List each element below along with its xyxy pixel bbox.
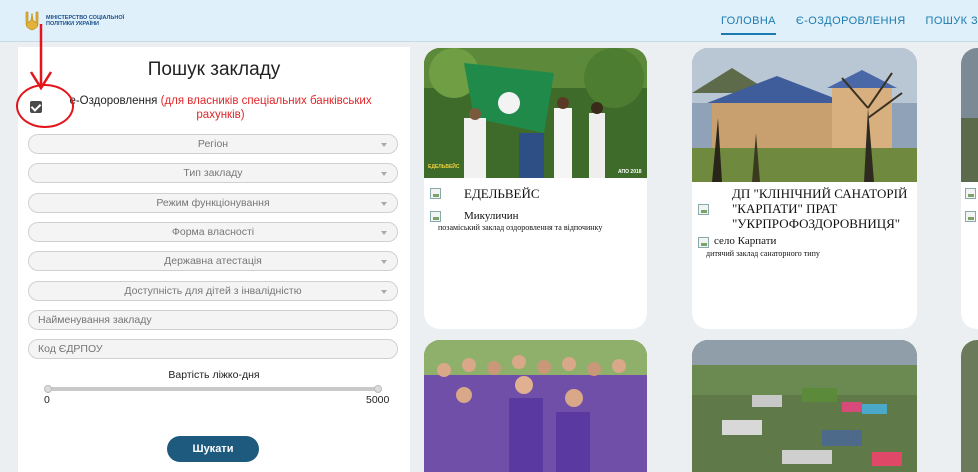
photo-caption: АПО 2018 [618, 169, 642, 175]
card-photo [424, 340, 647, 472]
card-photo [424, 48, 647, 178]
logo-text: МІНІСТЕРСТВО СОЦІАЛЬНОЇ ПОЛІТИКИ УКРАЇНИ [46, 15, 125, 27]
institution-card[interactable] [961, 340, 978, 472]
institution-card[interactable]: ЕДЕЛЬВЕЙС АПО 2018 ЕДЕЛЬВЕЙС Микуличин п… [424, 48, 647, 329]
nav-search[interactable]: ПОШУК З [926, 15, 978, 35]
type-select[interactable]: Тип закладу [28, 163, 398, 183]
price-slider[interactable] [44, 385, 382, 393]
card-photo [692, 48, 917, 182]
slider-min-handle[interactable] [44, 385, 52, 393]
eo-label-note: (для власників спеціальних банківських р… [160, 95, 372, 121]
main-nav: ГОЛОВНА Є-ОЗДОРОВЛЕННЯ ПОШУК З [720, 15, 978, 35]
card-name: ДП "КЛІНІЧНИЙ САНАТОРІЙ "КАРПАТИ" ПРАТ "… [732, 186, 908, 231]
card-photo [961, 340, 978, 472]
institution-card[interactable] [692, 340, 917, 472]
price-max-value: 5000 [366, 394, 390, 406]
image-placeholder-icon [698, 237, 709, 248]
image-placeholder-icon [965, 188, 976, 199]
institution-card[interactable] [961, 48, 978, 329]
ownership-select[interactable]: Форма власності [28, 222, 398, 242]
annotation-circle [16, 84, 74, 128]
image-placeholder-icon [698, 204, 709, 215]
annotation-arrow [29, 24, 53, 91]
image-placeholder-icon [430, 211, 441, 222]
image-placeholder-icon [965, 211, 976, 222]
mode-select[interactable]: Режим функціонування [28, 193, 398, 213]
card-location: село Карпати [714, 235, 777, 247]
card-name: ЕДЕЛЬВЕЙС [464, 186, 540, 201]
card-photo [692, 340, 917, 472]
image-placeholder-icon [430, 188, 441, 199]
photo-logo: ЕДЕЛЬВЕЙС [428, 164, 460, 170]
price-min-value: 0 [44, 394, 50, 406]
nav-home[interactable]: ГОЛОВНА [720, 15, 776, 35]
page-title: Пошук закладу [147, 59, 281, 80]
search-panel: Пошук закладу е-Оздоровлення (для власни… [18, 47, 410, 472]
eo-label-main: е-Оздоровлення [69, 95, 158, 107]
site-header: МІНІСТЕРСТВО СОЦІАЛЬНОЇ ПОЛІТИКИ УКРАЇНИ… [0, 0, 978, 42]
edrpou-input[interactable] [28, 339, 398, 359]
card-location: Микуличин [464, 210, 519, 222]
institution-card[interactable] [424, 340, 647, 472]
accessibility-select[interactable]: Доступність для дітей з інвалідністю [28, 281, 398, 301]
name-input[interactable] [28, 310, 398, 330]
card-type: позаміський заклад оздоровлення та відпо… [438, 223, 603, 232]
nav-e-ozdorovlennia[interactable]: Є-ОЗДОРОВЛЕННЯ [796, 15, 906, 35]
price-label: Вартість ліжко-дня [168, 369, 260, 381]
search-button[interactable]: Шукати [167, 436, 259, 462]
region-select[interactable]: Регіон [28, 134, 398, 154]
card-type: дитячий заклад санаторного типу [706, 249, 820, 258]
slider-max-handle[interactable] [374, 385, 382, 393]
e-ozdorovlennia-label: е-Оздоровлення (для власників спеціальни… [48, 94, 393, 122]
institution-card[interactable]: ДП "КЛІНІЧНИЙ САНАТОРІЙ "КАРПАТИ" ПРАТ "… [692, 48, 917, 329]
attestation-select[interactable]: Державна атестація [28, 251, 398, 271]
card-photo [961, 48, 978, 182]
